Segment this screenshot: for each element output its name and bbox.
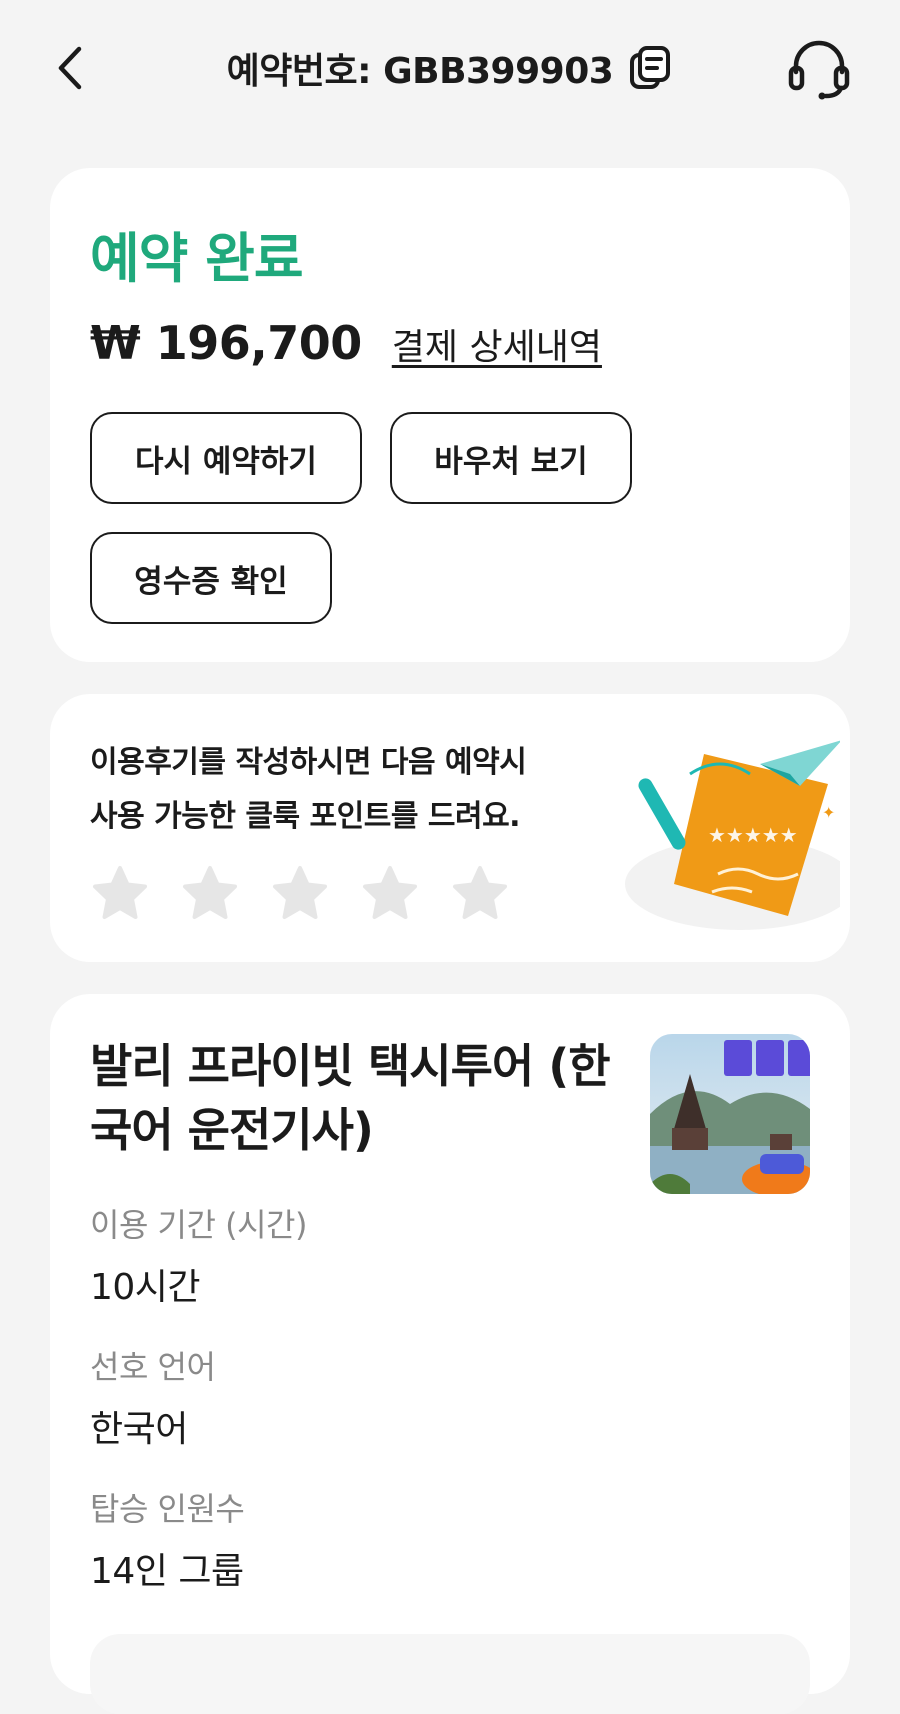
copy-booking-number-button[interactable] [627,44,673,92]
customer-support-button[interactable] [786,36,852,102]
headset-icon [788,40,850,100]
title-wrap: 예약번호: GBB399903 [0,40,900,96]
view-voucher-button[interactable]: 바우처 보기 [390,412,632,504]
page-title: 예약번호: GBB399903 [226,51,614,92]
review-message-line-2: 사용 가능한 클룩 포인트를 드려요. [90,799,521,834]
total-price: ₩ 196,700 [90,316,362,370]
product-thumbnail[interactable] [650,1034,810,1194]
review-message-line-1: 이용후기를 작성하시면 다음 예약시 [90,745,527,780]
star-icon-3[interactable] [270,864,330,924]
product-title-line-1: 발리 프라이빗 택시투어 (한 [90,1039,611,1093]
svg-text:★★★★★: ★★★★★ [708,823,798,847]
star-icon-4[interactable] [360,864,420,924]
booking-status: 예약 완료 [90,227,304,290]
next-section-peek [90,1634,810,1714]
review-paper-plane-illustration: ★★★★★ ✦ [625,740,840,930]
payment-details-link[interactable]: 결제 상세내역 [392,318,602,370]
detail-language: 선호 언어 한국어 [90,1342,216,1452]
view-receipt-button[interactable]: 영수증 확인 [90,532,332,624]
top-bar: 예약번호: GBB399903 [0,0,900,136]
product-title-line-2: 국어 운전기사) [90,1103,374,1157]
detail-duration: 이용 기간 (시간) 10시간 [90,1200,307,1310]
detail-label: 이용 기간 (시간) [90,1206,307,1244]
star-icon-1[interactable] [90,864,150,924]
detail-passengers: 탑승 인원수 14인 그룹 [90,1484,245,1594]
copy-icon [630,46,671,89]
star-icon-2[interactable] [180,864,240,924]
detail-value: 10시간 [90,1267,201,1308]
price-row: ₩ 196,700 결제 상세내역 [90,316,602,370]
detail-value: 14인 그룹 [90,1551,244,1592]
detail-label: 선호 언어 [90,1348,216,1386]
svg-text:✦: ✦ [822,803,835,822]
review-prompt-card[interactable]: 이용후기를 작성하시면 다음 예약시 사용 가능한 클룩 포인트를 드려요. ★… [50,694,850,962]
star-icon-5[interactable] [450,864,510,924]
product-title[interactable]: 발리 프라이빗 택시투어 (한 국어 운전기사) [90,1034,630,1162]
detail-value: 한국어 [90,1409,188,1450]
star-rating[interactable] [90,864,510,924]
rebook-button[interactable]: 다시 예약하기 [90,412,362,504]
review-message: 이용후기를 작성하시면 다음 예약시 사용 가능한 클룩 포인트를 드려요. [90,736,610,844]
product-card[interactable]: 발리 프라이빗 택시투어 (한 국어 운전기사) 이용 기간 (시간) 10시간… [50,994,850,1714]
booking-status-card: 예약 완료 ₩ 196,700 결제 상세내역 다시 예약하기 바우처 보기 영… [50,168,850,662]
detail-label: 탑승 인원수 [90,1490,245,1528]
